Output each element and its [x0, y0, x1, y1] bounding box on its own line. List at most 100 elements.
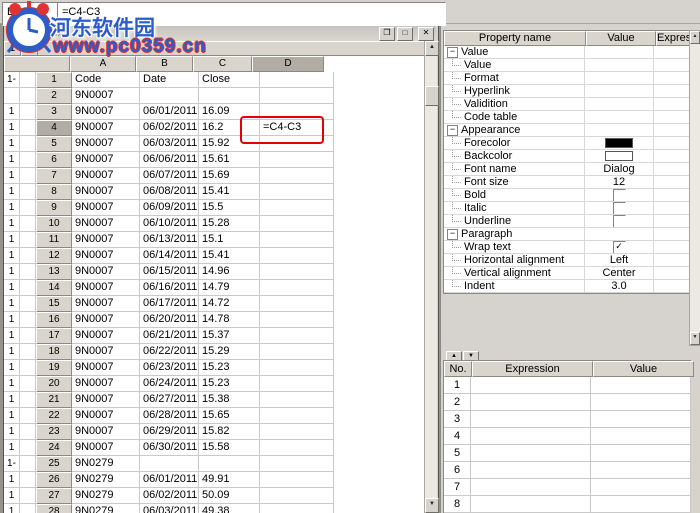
- outline-cell[interactable]: [20, 232, 36, 248]
- cell-b7[interactable]: 06/07/2011: [140, 168, 199, 184]
- outline-cell[interactable]: [20, 504, 36, 513]
- cell-b26[interactable]: 06/01/2011: [140, 472, 199, 488]
- row-header-27[interactable]: 27: [36, 488, 72, 504]
- column-header-b[interactable]: B: [136, 56, 193, 72]
- property-expression-validition[interactable]: [654, 98, 691, 111]
- scroll-thumb[interactable]: [425, 86, 439, 106]
- maximize-icon[interactable]: □: [397, 27, 413, 41]
- outline-cell[interactable]: [20, 264, 36, 280]
- cell-c26[interactable]: 49.91: [199, 472, 260, 488]
- close-icon[interactable]: ✕: [418, 27, 434, 41]
- property-name-forecolor[interactable]: Forecolor: [444, 137, 585, 150]
- row-header-2[interactable]: 2: [36, 88, 72, 104]
- cell-b11[interactable]: 06/13/2011: [140, 232, 199, 248]
- property-value-forecolor[interactable]: [585, 137, 654, 150]
- cell-c16[interactable]: 14.78: [199, 312, 260, 328]
- cell-a17[interactable]: 9N0007: [72, 328, 140, 344]
- property-name-value[interactable]: −Value: [444, 46, 585, 59]
- cell-b8[interactable]: 06/08/2011: [140, 184, 199, 200]
- outline-cell[interactable]: 1: [4, 184, 20, 200]
- row-header-21[interactable]: 21: [36, 392, 72, 408]
- cell-d20[interactable]: [260, 376, 334, 392]
- outline-cell[interactable]: 1: [4, 344, 20, 360]
- cell-b12[interactable]: 06/14/2011: [140, 248, 199, 264]
- cell-c12[interactable]: 15.41: [199, 248, 260, 264]
- property-expression-code-table[interactable]: [654, 111, 691, 124]
- cell-d14[interactable]: [260, 280, 334, 296]
- property-name-code-table[interactable]: Code table: [444, 111, 585, 124]
- outline-cell[interactable]: [20, 184, 36, 200]
- cell-d6[interactable]: [260, 152, 334, 168]
- cell-c19[interactable]: 15.23: [199, 360, 260, 376]
- cell-a6[interactable]: 9N0007: [72, 152, 140, 168]
- outline-cell[interactable]: [20, 152, 36, 168]
- cell-a5[interactable]: 9N0007: [72, 136, 140, 152]
- expr-expression-cell[interactable]: [471, 462, 591, 479]
- property-name-underline[interactable]: Underline: [444, 215, 585, 228]
- row-header-18[interactable]: 18: [36, 344, 72, 360]
- cell-b20[interactable]: 06/24/2011: [140, 376, 199, 392]
- property-vertical-scrollbar[interactable]: ▲ ▼: [689, 30, 700, 346]
- property-value-paragraph[interactable]: [585, 228, 654, 241]
- restore-icon[interactable]: ❐: [379, 27, 395, 41]
- cell-b25[interactable]: [140, 456, 199, 472]
- property-value-font-name[interactable]: Dialog: [585, 163, 654, 176]
- cell-b22[interactable]: 06/28/2011: [140, 408, 199, 424]
- expr-value-cell[interactable]: [591, 428, 691, 445]
- outline-cell[interactable]: 1: [4, 376, 20, 392]
- cell-a4[interactable]: 9N0007: [72, 120, 140, 136]
- outline-cell[interactable]: 1: [4, 504, 20, 513]
- property-name-font-size[interactable]: Font size: [444, 176, 585, 189]
- cell-d24[interactable]: [260, 440, 334, 456]
- row-header-12[interactable]: 12: [36, 248, 72, 264]
- outline-cell[interactable]: 1: [4, 152, 20, 168]
- outline-cell[interactable]: [20, 104, 36, 120]
- row-header-8[interactable]: 8: [36, 184, 72, 200]
- expr-expression-cell[interactable]: [471, 428, 591, 445]
- outline-cell[interactable]: 1-: [4, 72, 20, 88]
- cell-a25[interactable]: 9N0279: [72, 456, 140, 472]
- cell-c1[interactable]: Close: [199, 72, 260, 88]
- expr-value-cell[interactable]: [591, 411, 691, 428]
- cell-c27[interactable]: 50.09: [199, 488, 260, 504]
- property-expression-underline[interactable]: [654, 215, 691, 228]
- row-header-7[interactable]: 7: [36, 168, 72, 184]
- cell-b21[interactable]: 06/27/2011: [140, 392, 199, 408]
- cell-d2[interactable]: [260, 88, 334, 104]
- row-header-25[interactable]: 25: [36, 456, 72, 472]
- cell-b4[interactable]: 06/02/2011: [140, 120, 199, 136]
- outline-cell[interactable]: 1: [4, 136, 20, 152]
- cell-c25[interactable]: [199, 456, 260, 472]
- cell-c22[interactable]: 15.65: [199, 408, 260, 424]
- cell-b9[interactable]: 06/09/2011: [140, 200, 199, 216]
- cell-a26[interactable]: 9N0279: [72, 472, 140, 488]
- cell-c20[interactable]: 15.23: [199, 376, 260, 392]
- expr-value-cell[interactable]: [591, 377, 691, 394]
- property-value-appearance[interactable]: [585, 124, 654, 137]
- cell-c24[interactable]: 15.58: [199, 440, 260, 456]
- cell-a27[interactable]: 9N0279: [72, 488, 140, 504]
- expr-expression-cell[interactable]: [471, 377, 591, 394]
- cell-a10[interactable]: 9N0007: [72, 216, 140, 232]
- property-name-hyperlink[interactable]: Hyperlink: [444, 85, 585, 98]
- cell-a12[interactable]: 9N0007: [72, 248, 140, 264]
- outline-cell[interactable]: 1: [4, 488, 20, 504]
- cell-b16[interactable]: 06/20/2011: [140, 312, 199, 328]
- property-expression-font-size[interactable]: [654, 176, 691, 189]
- outline-cell[interactable]: [20, 456, 36, 472]
- cell-b19[interactable]: 06/23/2011: [140, 360, 199, 376]
- outline-cell[interactable]: [20, 408, 36, 424]
- row-header-14[interactable]: 14: [36, 280, 72, 296]
- property-value-indent[interactable]: 3.0: [585, 280, 654, 293]
- scroll-down-icon[interactable]: ▼: [425, 498, 439, 513]
- cell-a3[interactable]: 9N0007: [72, 104, 140, 120]
- cell-a8[interactable]: 9N0007: [72, 184, 140, 200]
- row-header-3[interactable]: 3: [36, 104, 72, 120]
- expr-value-cell[interactable]: [591, 496, 691, 513]
- outline-cell[interactable]: 1-: [4, 456, 20, 472]
- expr-value-cell[interactable]: [591, 479, 691, 496]
- outline-cell[interactable]: 1: [4, 200, 20, 216]
- cell-a1[interactable]: Code: [72, 72, 140, 88]
- outline-cell[interactable]: 1: [4, 168, 20, 184]
- cell-b17[interactable]: 06/21/2011: [140, 328, 199, 344]
